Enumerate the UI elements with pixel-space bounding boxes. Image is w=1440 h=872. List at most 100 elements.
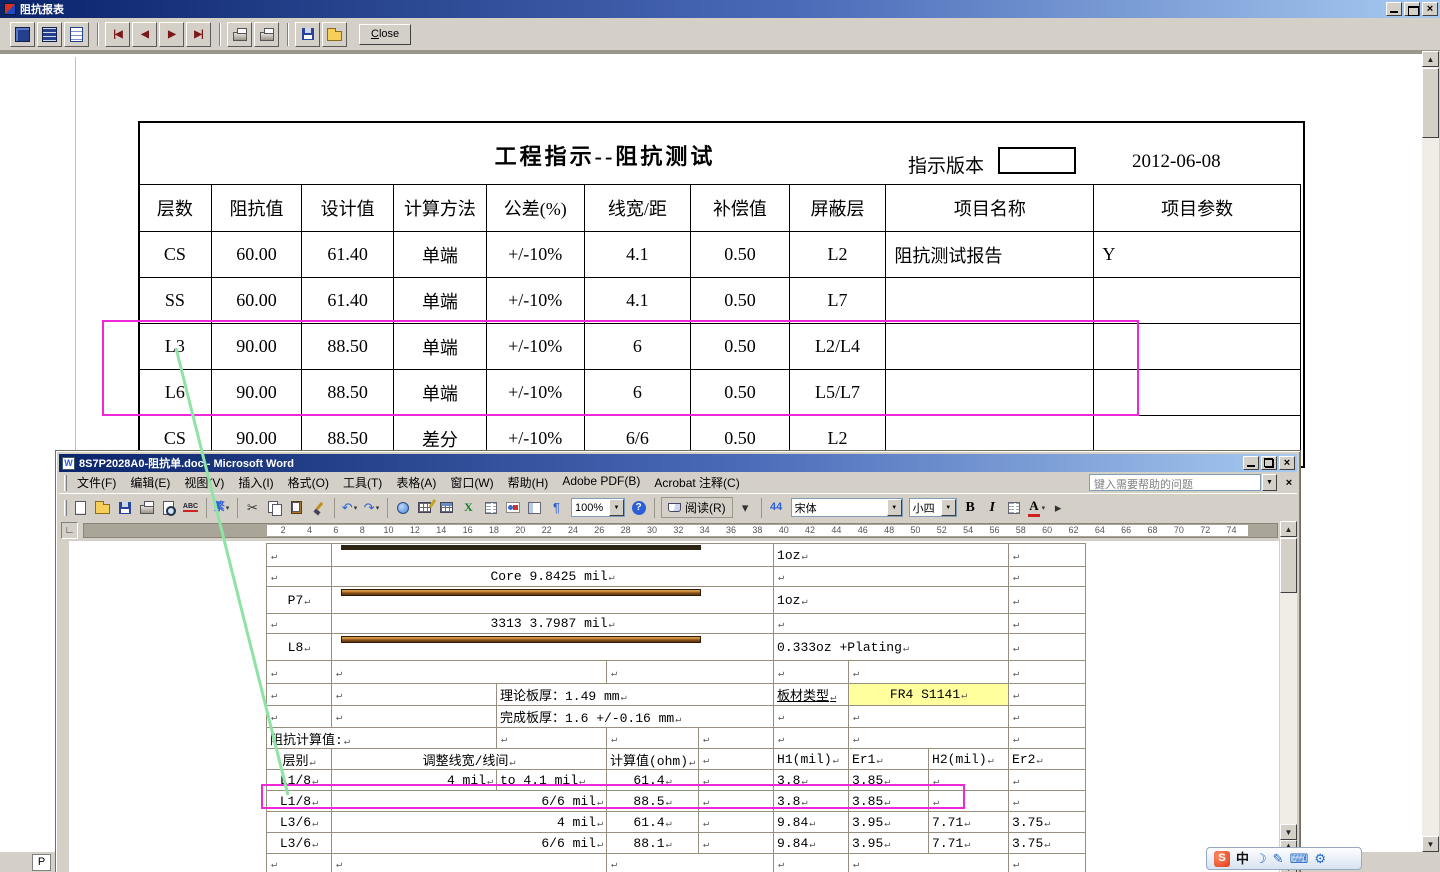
- chinese-mode-icon[interactable]: 中: [1236, 852, 1249, 865]
- zoom-combo[interactable]: 100% ▼: [571, 498, 625, 517]
- menu-item-8[interactable]: 帮助(H): [501, 471, 556, 494]
- insert-hyperlink-button[interactable]: [392, 498, 413, 518]
- tables-and-borders-button[interactable]: [414, 498, 435, 518]
- dropdown-arrow-icon[interactable]: ▾: [376, 504, 380, 512]
- main-vertical-scrollbar[interactable]: ▲ ▼: [1422, 51, 1439, 852]
- show-marks-button[interactable]: ¶: [546, 498, 567, 518]
- menu-item-10[interactable]: Acrobat 注释(C): [647, 471, 746, 494]
- next-page-button[interactable]: ▶: [159, 21, 184, 47]
- dropdown-arrow-icon[interactable]: ▾: [354, 504, 358, 512]
- styles-button[interactable]: 44: [766, 498, 787, 518]
- word-scroll-thumb[interactable]: [1280, 538, 1297, 593]
- print-setup-button[interactable]: [254, 21, 279, 47]
- first-page-button[interactable]: |◀: [105, 21, 130, 47]
- open-button[interactable]: [92, 498, 113, 518]
- word-scroll-up-icon[interactable]: ▲: [1280, 521, 1297, 537]
- report-view-button[interactable]: [10, 21, 35, 47]
- dropdown-arrow-icon[interactable]: ▾: [226, 504, 230, 512]
- print-preview-button[interactable]: [158, 498, 179, 518]
- document-map-button[interactable]: [524, 498, 545, 518]
- word-minimize-button[interactable]: [1243, 456, 1259, 470]
- menu-item-1[interactable]: 编辑(E): [123, 471, 177, 494]
- ruler-number: 2: [280, 525, 286, 535]
- open-button[interactable]: [322, 21, 347, 47]
- font-size-combo[interactable]: 小四 ▼: [908, 498, 957, 517]
- menu-item-0[interactable]: 文件(F): [70, 471, 123, 494]
- drawing-button[interactable]: [502, 498, 523, 518]
- horizontal-ruler[interactable]: 2 4 6 8 10 12 14 16 18 20 22 24 26 28 30 32 34 36 38 40 42 44…: [83, 523, 1278, 538]
- close-report-button[interactable]: Close: [359, 23, 412, 45]
- zoom-combo-dropdown-icon[interactable]: ▼: [609, 499, 624, 516]
- ruler-number: 40: [778, 525, 789, 535]
- close-window-button[interactable]: ×: [1422, 2, 1438, 16]
- menubar-grip[interactable]: [64, 474, 67, 491]
- undo-button[interactable]: ↶ ▾: [339, 498, 360, 518]
- menu-item-4[interactable]: 格式(O): [281, 471, 336, 494]
- format-painter-button[interactable]: [308, 498, 329, 518]
- paste-button[interactable]: [286, 498, 307, 518]
- font-color-button[interactable]: A ▾: [1026, 498, 1047, 518]
- keyboard-icon[interactable]: ⌨: [1290, 852, 1309, 865]
- word-scroll-down-icon[interactable]: ▼: [1280, 824, 1297, 840]
- styles-button-glyph: 44: [770, 501, 783, 513]
- maximize-button[interactable]: [1404, 2, 1420, 16]
- scroll-up-icon[interactable]: ▲: [1422, 51, 1439, 67]
- toolbar-overflow-button[interactable]: ▸: [1048, 498, 1069, 518]
- print-button[interactable]: [227, 21, 252, 47]
- toolbar-options-button[interactable]: ▾: [735, 498, 756, 518]
- print-button[interactable]: [136, 498, 157, 518]
- moon-icon[interactable]: ☽: [1255, 852, 1267, 865]
- sogou-logo[interactable]: S: [1214, 850, 1230, 867]
- columns-button[interactable]: [480, 498, 501, 518]
- new-document-button[interactable]: [70, 498, 91, 518]
- save-button[interactable]: [295, 21, 320, 47]
- dropdown-arrow-icon[interactable]: ▾: [1042, 504, 1046, 512]
- cut-button[interactable]: ✂: [242, 498, 263, 518]
- help-input[interactable]: 键入需要帮助的问题: [1089, 474, 1261, 491]
- last-page-button[interactable]: ▶|: [186, 21, 211, 47]
- page-view-button[interactable]: [64, 21, 89, 47]
- menu-item-6[interactable]: 表格(A): [389, 471, 443, 494]
- spelling-button[interactable]: ABC: [180, 498, 201, 518]
- insert-table-button[interactable]: [436, 498, 457, 518]
- read-mode-button[interactable]: 阅读(R): [661, 497, 733, 518]
- menu-item-5[interactable]: 工具(T): [336, 471, 389, 494]
- word-vertical-scrollbar[interactable]: ▲ ▼ ▲ ● ▼: [1280, 521, 1297, 872]
- font-combo-dropdown-icon[interactable]: ▼: [886, 499, 902, 516]
- prev-page-button[interactable]: ◀: [132, 21, 157, 47]
- menubar-close-icon[interactable]: ×: [1281, 475, 1297, 491]
- help-button[interactable]: ?: [628, 498, 649, 518]
- hanzi-convert-button[interactable]: 繁 ▾: [211, 498, 232, 518]
- ruler-number: 10: [383, 525, 394, 535]
- scroll-thumb[interactable]: [1422, 68, 1439, 138]
- font-size-combo-dropdown-icon[interactable]: ▼: [940, 499, 956, 516]
- menu-item-7[interactable]: 窗口(W): [443, 471, 500, 494]
- doc-cell: L8: [266, 633, 332, 661]
- handwriting-icon[interactable]: ✎: [1273, 852, 1284, 865]
- tab-stop-selector[interactable]: ∟: [61, 522, 78, 539]
- align-button[interactable]: [1004, 498, 1025, 518]
- copy-button[interactable]: [264, 498, 285, 518]
- version-input[interactable]: [998, 147, 1076, 174]
- toolbar-grip[interactable]: [64, 499, 67, 516]
- menu-item-3[interactable]: 插入(I): [231, 471, 280, 494]
- word-restore-button[interactable]: [1261, 456, 1277, 470]
- doc-cell: [266, 853, 332, 872]
- spelling-icon: ABC: [182, 503, 199, 513]
- redo-button[interactable]: ↷ ▾: [361, 498, 382, 518]
- help-dropdown-icon[interactable]: ▼: [1262, 474, 1277, 491]
- menu-item-9[interactable]: Adobe PDF(B): [555, 471, 647, 494]
- font-combo[interactable]: 宋体 ▼: [790, 498, 903, 517]
- scroll-down-icon[interactable]: ▼: [1422, 836, 1439, 852]
- toolbar-overflow-button-glyph: ▸: [1054, 500, 1062, 515]
- save-button[interactable]: [114, 498, 135, 518]
- settings-icon[interactable]: ⚙: [1314, 852, 1326, 865]
- bold-button[interactable]: B: [960, 498, 981, 518]
- menu-item-2[interactable]: 视图(V): [177, 471, 231, 494]
- grid-view-button[interactable]: [37, 21, 62, 47]
- document-edit-area[interactable]: 1ozCore 9.8425 milP71oz3313 3.7987 milL8…: [69, 541, 1279, 872]
- word-close-button[interactable]: ×: [1279, 456, 1295, 470]
- italic-button[interactable]: I: [982, 498, 1003, 518]
- insert-excel-button[interactable]: X: [458, 498, 479, 518]
- minimize-button[interactable]: [1386, 2, 1402, 16]
